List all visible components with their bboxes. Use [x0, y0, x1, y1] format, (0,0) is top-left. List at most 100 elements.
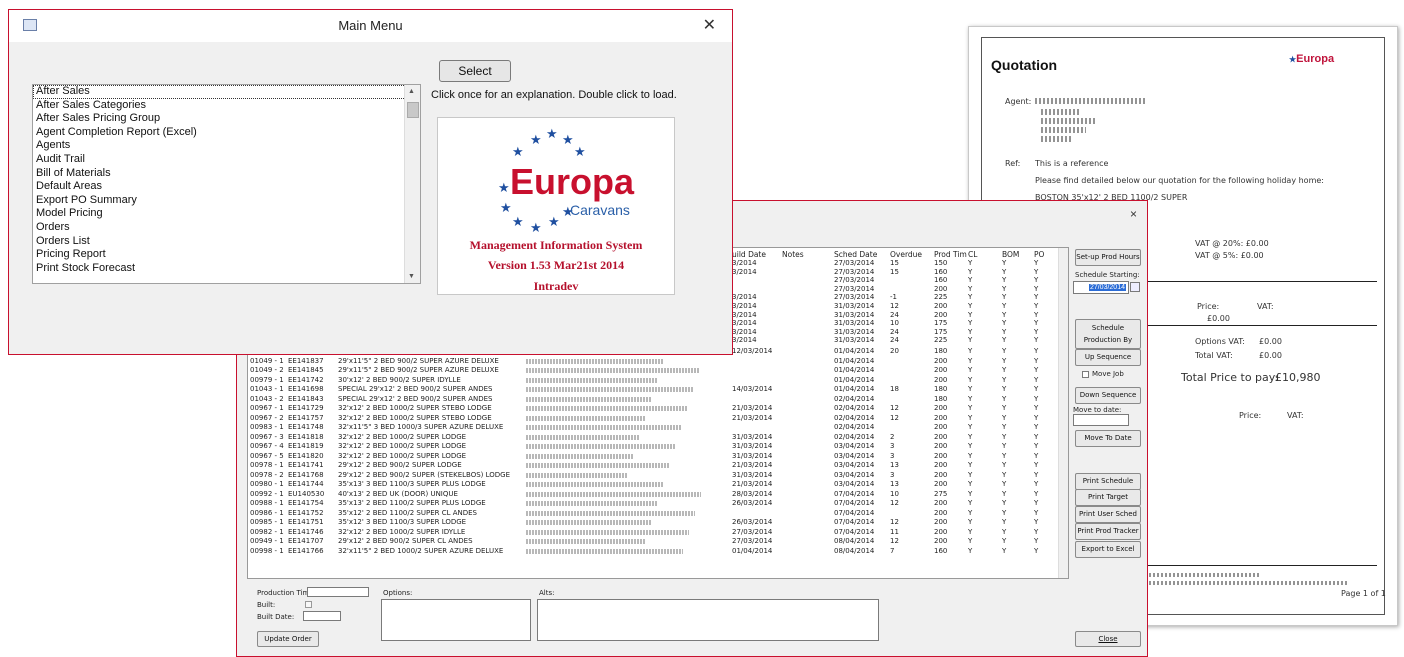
schedule-by-target-button[interactable]: Schedule Production By Target: [1075, 319, 1141, 356]
list-item[interactable]: After Sales Pricing Group: [33, 112, 420, 126]
table-row[interactable]: 01043 - 1 EE141698 SPECIAL 29'x12' 2 BED 9…: [248, 385, 1068, 394]
col-overdue[interactable]: Overdue: [890, 250, 922, 259]
table-row[interactable]: 00980 - 1 EE141744 35'x13' 3 BED 1100/3 SU…: [248, 480, 1068, 489]
production-time-input[interactable]: [307, 587, 369, 597]
table-row[interactable]: 00967 - 2 EE141757 32'x12' 2 BED 1000/2 SU…: [248, 414, 1068, 423]
intro-text: Please find detailed below our quotation…: [1035, 176, 1324, 185]
calendar-icon[interactable]: [1130, 282, 1140, 292]
cell-sched: 02/04/2014: [834, 394, 875, 403]
list-item[interactable]: Print Stock Forecast: [33, 262, 420, 276]
table-row[interactable]: 00978 - 1 EE141741 29'x12' 2 BED 900/2 SUP…: [248, 461, 1068, 470]
list-item[interactable]: Orders: [33, 221, 420, 235]
list-item[interactable]: Agent Completion Report (Excel): [33, 126, 420, 140]
star-icon: ★: [512, 214, 524, 229]
table-row[interactable]: 01049 - 2 EE141845 29'x11'5" 2 BED 900/2 S…: [248, 366, 1068, 375]
export-excel-button[interactable]: Export to Excel: [1075, 541, 1141, 558]
print-target-button[interactable]: Print Target: [1075, 489, 1141, 506]
notes-redacted: [526, 548, 683, 554]
col-prod-time[interactable]: Prod Tim: [934, 250, 967, 259]
print-schedule-button[interactable]: Print Schedule: [1075, 473, 1141, 490]
notes-redacted: [526, 482, 664, 487]
table-row[interactable]: 00967 - 4 EE141819 32'x12' 2 BED 1000/2 SU…: [248, 442, 1068, 451]
close-icon[interactable]: ×: [1130, 207, 1137, 221]
table-row[interactable]: 00967 - 1 EE141729 32'x12' 2 BED 1000/2 SU…: [248, 404, 1068, 413]
report-listbox[interactable]: After Sales After Sales Categories After S…: [32, 84, 421, 284]
list-item[interactable]: Default Areas: [33, 180, 420, 194]
table-row[interactable]: 01043 - 2 EE141843 SPECIAL 29'x12' 2 BED 9…: [248, 395, 1068, 404]
cell-ser: EE141757: [288, 413, 324, 422]
list-item[interactable]: After Sales Categories: [33, 99, 420, 113]
built-checkbox[interactable]: [305, 601, 312, 608]
cell-ord: 01049 - 1: [250, 356, 284, 365]
cell-ser: EE141742: [288, 375, 324, 384]
cell-ser: EE141766: [288, 546, 324, 555]
table-row[interactable]: 00949 - 1 EE141707 29'x12' 2 BED 900/2 SUP…: [248, 537, 1068, 546]
list-item[interactable]: Audit Trail: [33, 153, 420, 167]
table-row[interactable]: 00979 - 1 EE141742 30'x12' 2 BED 900/2 SUP…: [248, 376, 1068, 385]
cell-over: 7: [890, 546, 895, 555]
close-button[interactable]: Close: [1075, 631, 1141, 647]
notes-redacted: [526, 377, 657, 383]
list-item[interactable]: Model Pricing: [33, 207, 420, 221]
table-row[interactable]: 00988 - 1 EE141754 35'x13' 2 BED 1100/2 SU…: [248, 499, 1068, 508]
down-sequence-button[interactable]: Down Sequence: [1075, 387, 1141, 404]
table-row[interactable]: 00967 - 3 EE141818 32'x12' 2 BED 1000/2 SU…: [248, 433, 1068, 442]
vat-label: VAT:: [1257, 302, 1274, 311]
cell-bom: Y: [1002, 394, 1007, 403]
price-label: Price:: [1197, 302, 1220, 311]
cell-model: 40'x13' 2 BED UK (DOOR) UNIQUE: [338, 489, 458, 498]
move-to-date-input[interactable]: [1073, 414, 1129, 426]
col-cl[interactable]: CL: [968, 250, 977, 259]
table-row[interactable]: 00992 - 1 EU140530 40'x13' 2 BED UK (DOOR)…: [248, 490, 1068, 499]
table-row[interactable]: 00967 - 5 EE141820 32'x12' 2 BED 1000/2 SU…: [248, 452, 1068, 461]
cell-prod: 180: [934, 394, 948, 403]
scroll-down-icon[interactable]: ▼: [408, 273, 415, 280]
close-icon[interactable]: ✕: [703, 15, 716, 35]
scroll-up-icon[interactable]: ▲: [408, 88, 415, 95]
schedule-starting-input[interactable]: 27/03/2014: [1073, 281, 1129, 294]
list-item[interactable]: Orders List: [33, 235, 420, 249]
up-sequence-button[interactable]: Up Sequence: [1075, 349, 1141, 366]
cell-bom: Y: [1002, 451, 1007, 460]
table-row[interactable]: 00998 - 1 EE141766 32'x11'5" 2 BED 1000/2 …: [248, 547, 1068, 556]
cell-ser: EE141754: [288, 499, 324, 507]
list-item[interactable]: Bill of Materials: [33, 167, 420, 181]
cell-po: Y: [1034, 394, 1039, 403]
table-row[interactable]: 00978 - 2 EE141768 29'x12' 2 BED 900/2 SUP…: [248, 471, 1068, 480]
cell-over: 13: [890, 461, 899, 469]
list-scrollbar[interactable]: ▲ ▼: [404, 85, 420, 283]
col-bom[interactable]: BOM: [1002, 250, 1019, 259]
cell-bom: Y: [1002, 527, 1007, 536]
table-row[interactable]: 00983 - 1 EE141748 32'x11'5" 3 BED 1000/3 …: [248, 423, 1068, 432]
col-notes[interactable]: Notes: [782, 250, 804, 259]
table-row[interactable]: 00986 - 1 EE141752 35'x12' 2 BED 1100/2 SU…: [248, 509, 1068, 518]
move-to-date-button[interactable]: Move To Date: [1075, 430, 1141, 447]
vat-20: VAT @ 20%: £0.00: [1195, 239, 1269, 248]
list-item[interactable]: Pricing Report: [33, 248, 420, 262]
built-date-input[interactable]: [303, 611, 341, 621]
cell-prod: 160: [934, 546, 948, 555]
print-prod-tracker-button[interactable]: Print Prod Tracker: [1075, 523, 1141, 540]
select-button[interactable]: Select: [439, 60, 511, 82]
list-item[interactable]: Export PO Summary: [33, 194, 420, 208]
move-job-checkbox[interactable]: [1082, 371, 1089, 378]
list-item[interactable]: After Sales: [33, 85, 420, 99]
page-number: Page 1 of 1: [1341, 589, 1386, 598]
scroll-thumb[interactable]: [407, 102, 419, 118]
star-icon: ★: [512, 144, 524, 159]
table-row[interactable]: 01049 - 1 EE141837 29'x11'5" 2 BED 900/2 S…: [248, 357, 1068, 366]
print-user-sched-button[interactable]: Print User Sched: [1075, 506, 1141, 523]
cell-build: 21/03/2014: [732, 404, 773, 412]
alts-textarea[interactable]: [537, 599, 879, 641]
list-item[interactable]: Agents: [33, 139, 420, 153]
table-row[interactable]: 00982 - 1 EE141746 32'x12' 2 BED 1000/2 SU…: [248, 528, 1068, 537]
cell-prod: 200: [934, 480, 948, 488]
col-sched-date[interactable]: Sched Date: [834, 250, 877, 259]
cell-ord: 00978 - 1: [250, 461, 284, 469]
col-po[interactable]: PO: [1034, 250, 1044, 259]
col-build-date[interactable]: uild Date: [732, 250, 766, 259]
options-textarea[interactable]: [381, 599, 531, 641]
table-row[interactable]: 00985 - 1 EE141751 35'x12' 3 BED 1100/3 SU…: [248, 518, 1068, 527]
setup-prod-hours-button[interactable]: Set-up Prod Hours: [1075, 249, 1141, 266]
update-order-button[interactable]: Update Order: [257, 631, 319, 647]
